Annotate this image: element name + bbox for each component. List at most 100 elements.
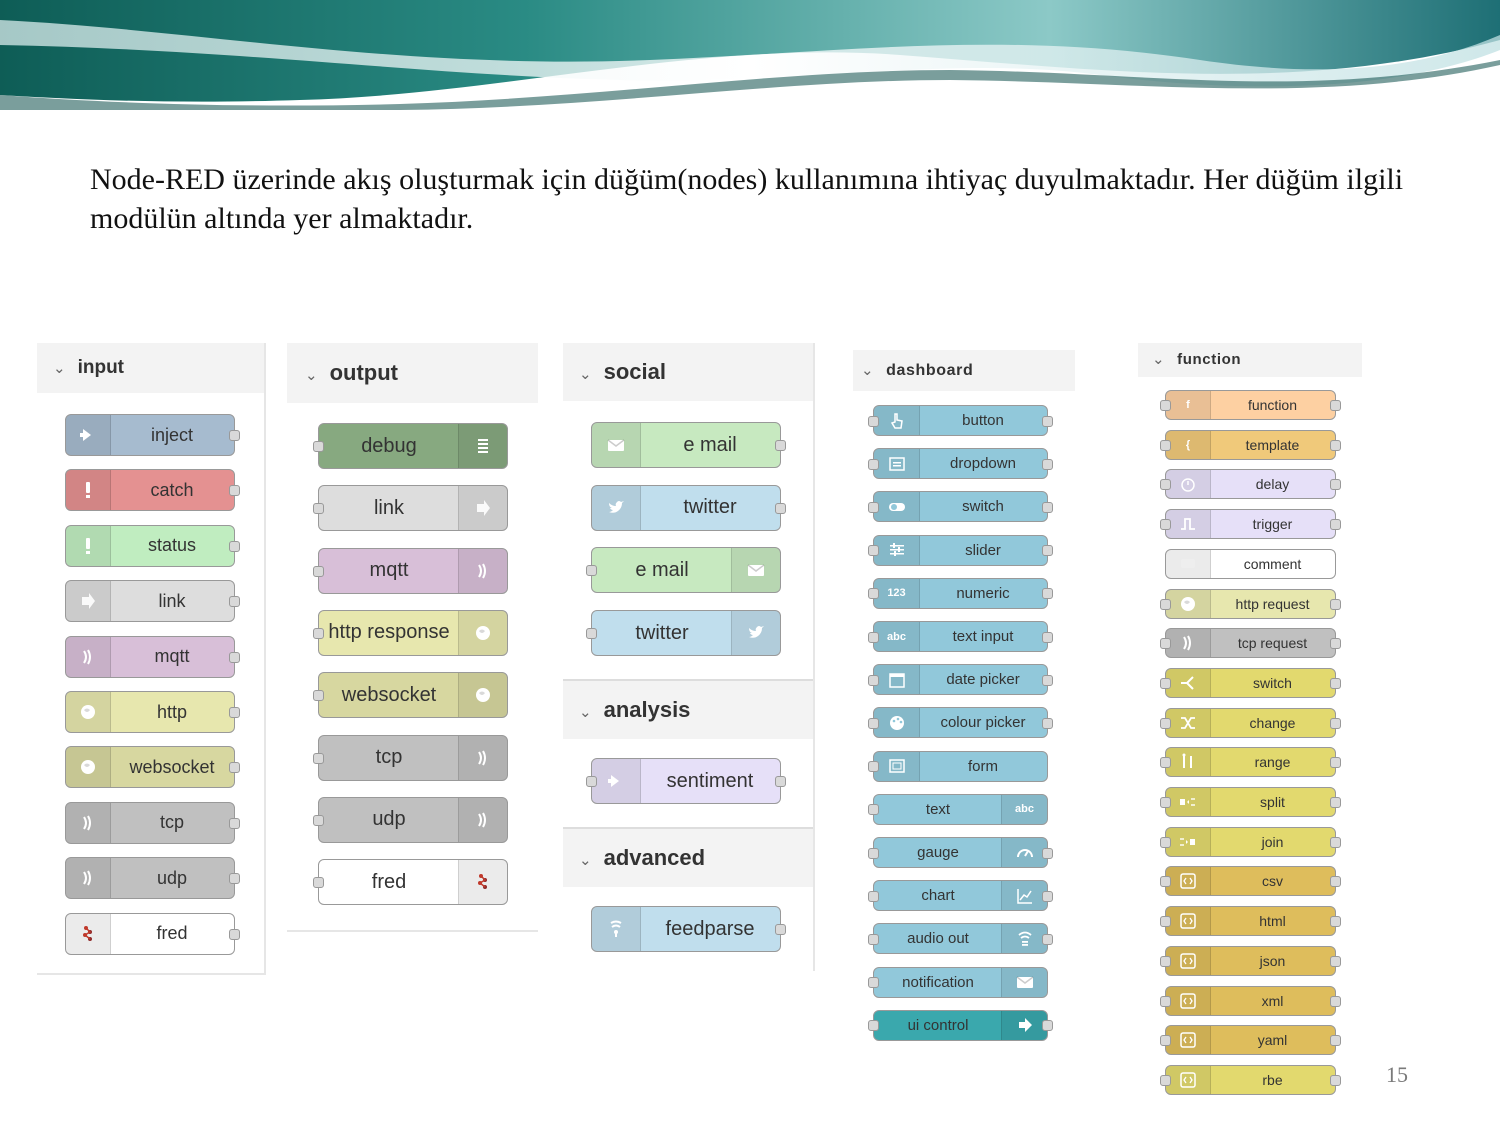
output-port[interactable] (1330, 717, 1341, 729)
category-header-social[interactable]: ⌄ social (563, 343, 813, 401)
input-port[interactable] (586, 628, 597, 640)
palette-node-e-mail[interactable]: e mail (591, 422, 786, 468)
palette-node-fred[interactable]: fred (313, 859, 508, 906)
palette-node-audio-out[interactable]: audio out (868, 923, 1053, 955)
category-header-output[interactable]: ⌄ output (287, 343, 538, 403)
input-port[interactable] (1160, 876, 1171, 888)
palette-node-tcp[interactable]: tcp (65, 801, 240, 844)
input-port[interactable] (868, 674, 879, 686)
palette-node-switch[interactable]: switch (868, 491, 1053, 523)
output-port[interactable] (229, 762, 240, 774)
category-header-analysis[interactable]: ⌄ analysis (563, 679, 813, 739)
palette-node-rbe[interactable]: rbe (1160, 1064, 1341, 1095)
input-port[interactable] (868, 977, 879, 989)
output-port[interactable] (1042, 674, 1053, 686)
palette-node-status[interactable]: status (65, 524, 240, 567)
palette-node-notification[interactable]: notification (868, 966, 1048, 998)
output-port[interactable] (775, 924, 786, 935)
palette-node-inject[interactable]: inject (65, 414, 240, 456)
output-port[interactable] (1042, 415, 1053, 427)
output-port[interactable] (1042, 847, 1053, 859)
category-header-dashboard[interactable]: ⌄ dashboard (853, 350, 1075, 391)
palette-node-link[interactable]: link (65, 580, 240, 623)
palette-node-chart[interactable]: chart (868, 880, 1053, 912)
category-header-advanced[interactable]: ⌄ advanced (563, 827, 813, 887)
palette-node-e-mail[interactable]: e mail (586, 547, 781, 594)
output-port[interactable] (1042, 458, 1053, 470)
palette-node-fred[interactable]: fred (65, 912, 240, 955)
palette-node-sentiment[interactable]: sentiment (586, 758, 786, 804)
output-port[interactable] (1042, 890, 1053, 902)
palette-node-comment[interactable]: comment (1165, 548, 1336, 579)
palette-node-csv[interactable]: csv (1160, 866, 1341, 897)
output-port[interactable] (229, 485, 240, 497)
input-port[interactable] (868, 717, 879, 729)
input-port[interactable] (313, 877, 324, 889)
input-port[interactable] (586, 565, 597, 577)
palette-node-split[interactable]: split (1160, 787, 1341, 817)
output-port[interactable] (229, 707, 240, 718)
output-port[interactable] (1042, 631, 1053, 643)
input-port[interactable] (313, 752, 324, 764)
output-port[interactable] (1330, 519, 1341, 531)
output-port[interactable] (1330, 1074, 1341, 1086)
output-port[interactable] (1042, 717, 1053, 729)
input-port[interactable] (868, 501, 879, 513)
output-port[interactable] (775, 502, 786, 514)
palette-node-colour-picker[interactable]: colour picker (868, 707, 1053, 739)
output-port[interactable] (1330, 677, 1341, 689)
palette-node-websocket[interactable]: websocket (313, 672, 508, 719)
palette-node-udp[interactable]: udp (65, 857, 240, 900)
input-port[interactable] (868, 847, 879, 859)
palette-node-join[interactable]: join (1160, 826, 1341, 857)
category-header-function[interactable]: ⌄ function (1138, 343, 1362, 377)
palette-node-change[interactable]: change (1160, 707, 1341, 738)
palette-node-twitter[interactable]: twitter (586, 610, 781, 657)
input-port[interactable] (868, 933, 879, 945)
output-port[interactable] (1330, 757, 1341, 769)
output-port[interactable] (1042, 501, 1053, 513)
input-port[interactable] (1160, 916, 1171, 928)
output-port[interactable] (229, 817, 240, 829)
input-port[interactable] (868, 1020, 879, 1032)
input-port[interactable] (313, 565, 324, 577)
palette-node-text[interactable]: abc text (868, 793, 1048, 825)
output-port[interactable] (1330, 479, 1341, 491)
palette-node-function[interactable]: f function (1160, 390, 1341, 420)
palette-node-yaml[interactable]: yaml (1160, 1025, 1341, 1056)
input-port[interactable] (313, 503, 324, 515)
input-port[interactable] (868, 890, 879, 902)
input-port[interactable] (1160, 797, 1171, 808)
palette-node-ui-control[interactable]: ui control (868, 1009, 1053, 1041)
output-port[interactable] (229, 928, 240, 940)
input-port[interactable] (1160, 955, 1171, 967)
output-port[interactable] (1330, 1035, 1341, 1047)
output-port[interactable] (775, 776, 786, 787)
input-port[interactable] (313, 627, 324, 639)
palette-node-dropdown[interactable]: dropdown (868, 448, 1053, 480)
output-port[interactable] (1330, 916, 1341, 928)
input-port[interactable] (313, 814, 324, 826)
output-port[interactable] (229, 596, 240, 608)
output-port[interactable] (1042, 933, 1053, 945)
input-port[interactable] (313, 441, 324, 452)
input-port[interactable] (1160, 1035, 1171, 1047)
palette-node-date-picker[interactable]: date picker (868, 664, 1053, 696)
input-port[interactable] (868, 545, 879, 557)
output-port[interactable] (1330, 876, 1341, 888)
category-header-input[interactable]: ⌄ input (37, 343, 264, 393)
output-port[interactable] (229, 651, 240, 663)
palette-node-link[interactable]: link (313, 485, 508, 532)
input-port[interactable] (1160, 995, 1171, 1007)
input-port[interactable] (1160, 1074, 1171, 1086)
palette-node-tcp[interactable]: tcp (313, 734, 508, 781)
input-port[interactable] (1160, 836, 1171, 848)
input-port[interactable] (868, 415, 879, 427)
palette-node-websocket[interactable]: websocket (65, 746, 240, 789)
output-port[interactable] (1330, 955, 1341, 967)
palette-node-slider[interactable]: slider (868, 534, 1053, 566)
palette-node-numeric[interactable]: 123 numeric (868, 577, 1053, 609)
input-port[interactable] (586, 776, 597, 787)
input-port[interactable] (1160, 717, 1171, 729)
input-port[interactable] (1160, 598, 1171, 610)
